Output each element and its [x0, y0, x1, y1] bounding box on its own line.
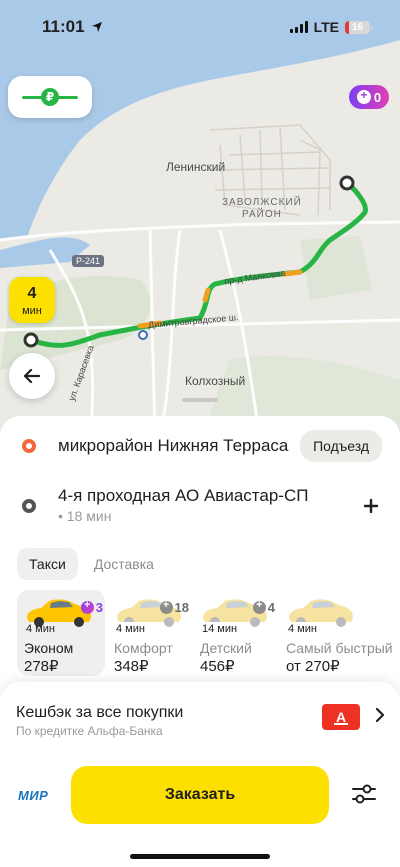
payment-method-button[interactable]: ₽	[8, 76, 92, 118]
map-label-district: ЗАВОЛЖСКИЙ РАЙОН	[222, 197, 302, 221]
tariff-price: от 270₽	[286, 658, 340, 675]
tariff-price: 456₽	[200, 658, 235, 675]
back-button[interactable]	[9, 353, 55, 399]
district-line-1: ЗАВОЛЖСКИЙ	[222, 197, 302, 208]
tab-delivery[interactable]: Доставка	[82, 548, 166, 580]
order-bar: МИР Заказать	[0, 762, 400, 832]
eta-value: 4	[27, 285, 37, 302]
tariff-fastest[interactable]: 4 мин Самый быстрый от 270₽	[279, 590, 399, 676]
status-bar: 11:01 LTE 16	[0, 0, 400, 54]
destination-address[interactable]: 4-я проходная АО Авиастар-СП	[58, 486, 308, 506]
battery-icon: 16	[345, 20, 373, 34]
eta-unit: мин	[22, 305, 42, 317]
signal-icon	[289, 21, 308, 33]
order-button[interactable]: Заказать	[71, 766, 329, 824]
order-sheet: микрорайон Нижняя Терраса Подъезд 4-я пр…	[0, 416, 400, 867]
cashback-banner[interactable]: Кешбэк за все покупки По кредитке Альфа-…	[0, 682, 400, 762]
destination-dot-icon	[22, 499, 36, 513]
clock: 11:01	[42, 17, 85, 36]
battery-level: 16	[351, 21, 364, 33]
tariff-economy[interactable]: 3 4 мин Эконом 278₽	[17, 590, 105, 676]
tariff-name: Эконом	[24, 640, 74, 656]
tariff-economy-badge: 3	[80, 599, 103, 615]
tariff-name: Самый быстрый	[286, 640, 393, 656]
plus-points-icon	[80, 599, 94, 614]
badge-value: 4	[267, 600, 275, 615]
arrow-left-icon	[23, 368, 41, 384]
cashback-title: Кешбэк за все покупки	[16, 704, 184, 721]
map-label-leninsky: Ленинский	[166, 160, 226, 174]
entrance-button[interactable]: Подъезд	[300, 430, 382, 462]
cashback-subtitle: По кредитке Альфа-Банка	[16, 724, 163, 738]
plus-points-icon	[159, 599, 173, 614]
tariff-list: 3 4 мин Эконом 278₽ 18 4 мин Комфорт 348…	[17, 590, 400, 678]
status-indicators: LTE 16	[289, 19, 373, 35]
tariff-eta: 14 мин	[199, 622, 241, 636]
road-badge: Р-241	[72, 255, 105, 267]
plus-points-icon	[252, 599, 266, 614]
ruble-icon: ₽	[41, 88, 59, 106]
tariff-comfort[interactable]: 18 4 мин Комфорт 348₽	[107, 590, 191, 676]
route-origin-row[interactable]: микрорайон Нижняя Терраса Подъезд	[0, 426, 400, 466]
tariff-name: Детский	[200, 640, 252, 656]
tab-taxi[interactable]: Такси	[17, 548, 78, 580]
map-view[interactable]: Ленинский ЗАВОЛЖСКИЙ РАЙОН Р-241 пр-д Ма…	[0, 0, 400, 440]
tariff-price: 278₽	[24, 658, 59, 675]
service-tabs: Такси Доставка	[17, 548, 166, 580]
chevron-right-icon	[375, 707, 385, 723]
plus-points-value: 0	[373, 89, 382, 105]
tariff-eta: 4 мин	[285, 622, 320, 636]
plus-points-icon	[356, 88, 371, 104]
pickup-eta-badge: 4 мин	[9, 277, 55, 323]
network-type: LTE	[313, 19, 339, 35]
alfa-logo-letter: А	[335, 709, 347, 725]
payment-method-label: МИР	[18, 788, 49, 803]
sliders-icon[interactable]	[350, 780, 378, 808]
sheet-drag-handle[interactable]	[182, 398, 218, 402]
tariff-child[interactable]: 4 14 мин Детский 456₽	[193, 590, 277, 676]
plus-icon	[363, 498, 379, 514]
tariff-comfort-badge: 18	[159, 599, 189, 615]
tariff-eta: 4 мин	[26, 623, 55, 635]
status-time: 11:01	[42, 17, 103, 37]
destination-eta: • 18 мин	[58, 508, 112, 524]
origin-dot-icon	[22, 439, 36, 453]
tariff-eta: 4 мин	[113, 622, 148, 636]
map-label-kolhozny: Колхозный	[185, 374, 246, 388]
tariff-price: 348₽	[114, 658, 149, 675]
location-arrow-icon	[91, 22, 102, 32]
alfa-bank-logo: А	[322, 704, 360, 730]
tariff-name: Комфорт	[114, 640, 173, 656]
home-indicator[interactable]	[130, 854, 270, 859]
tariff-child-badge: 4	[252, 599, 275, 615]
origin-address[interactable]: микрорайон Нижняя Терраса	[58, 436, 288, 456]
battery-fill	[345, 20, 349, 34]
district-line-2: РАЙОН	[241, 209, 282, 220]
badge-value: 3	[95, 600, 103, 615]
add-stop-button[interactable]	[356, 491, 386, 521]
badge-value: 18	[174, 600, 189, 615]
plus-points-badge[interactable]: 0	[349, 85, 389, 109]
route-destination-row[interactable]: 4-я проходная АО Авиастар-СП • 18 мин	[0, 486, 400, 526]
mir-card-button[interactable]: МИР	[18, 788, 48, 803]
